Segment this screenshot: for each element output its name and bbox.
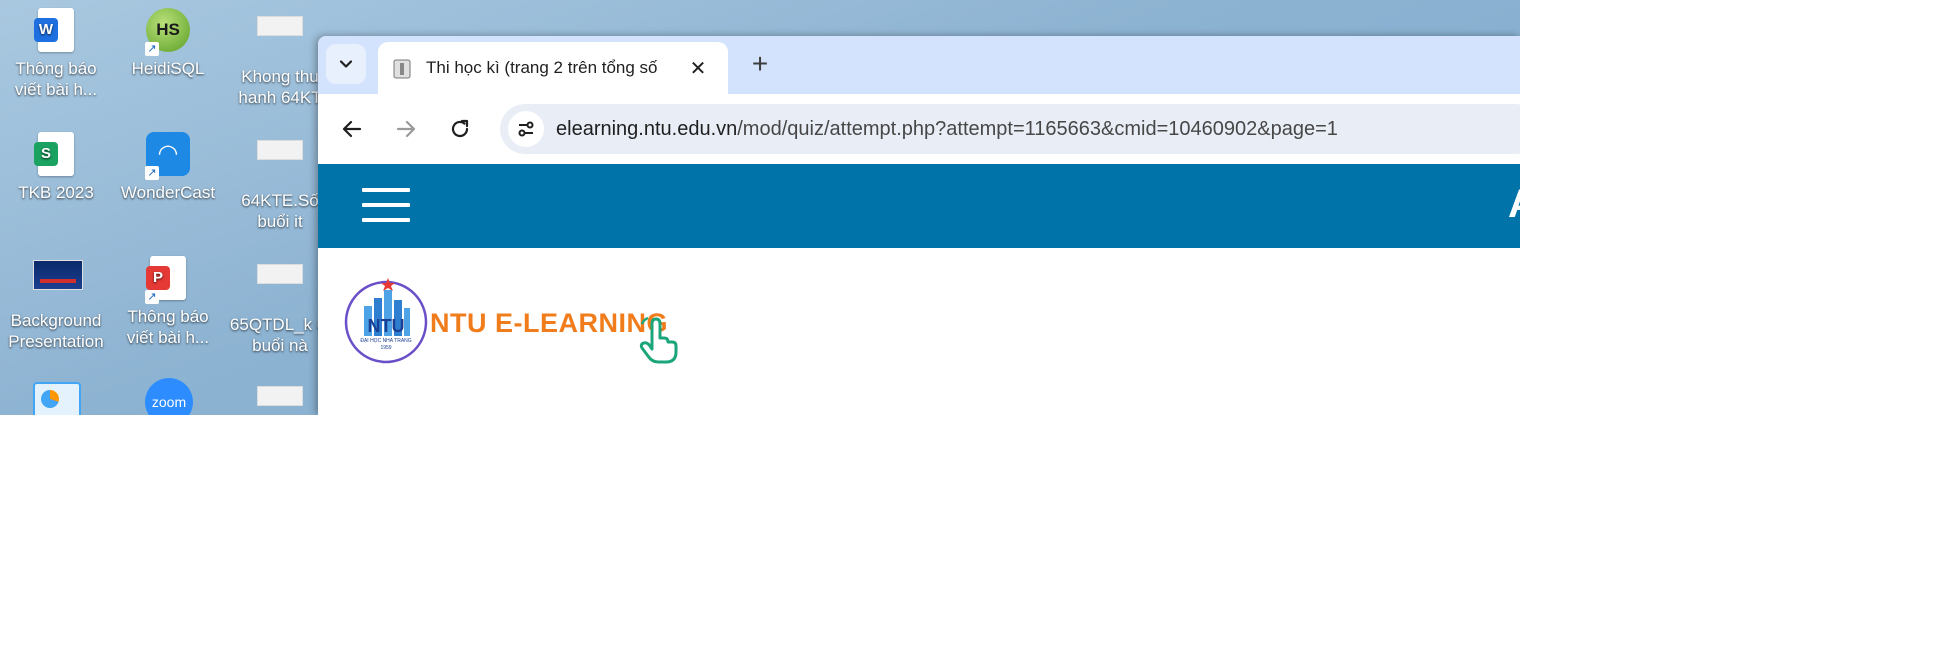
logo-emblem-text: NTU (367, 316, 405, 336)
url-host: elearning.ntu.edu.vn (556, 118, 738, 140)
close-tab-icon[interactable]: ✕ (684, 54, 712, 82)
desktop-icon-thong-bao-2[interactable]: P ↗ Thông báo viết bài h... (112, 250, 224, 348)
file-thumbnail-icon (257, 264, 303, 310)
desktop-icon-label: Thông báo viết bài h... (126, 307, 210, 347)
site-info-button[interactable] (508, 111, 544, 147)
file-thumbnail-icon (257, 140, 303, 186)
desktop-icon-label: WonderCast (120, 183, 216, 202)
navbar-edge-text: A (1508, 182, 1520, 227)
desktop-icon-zoom[interactable]: zoom (112, 372, 224, 415)
screenshot: W Thông báo viết bài h... S TKB 2023 Bac… (0, 0, 1520, 415)
reload-button[interactable] (440, 109, 480, 149)
desktop-icon-chart-app[interactable] (0, 372, 112, 415)
pointer-hand-icon (639, 316, 678, 364)
arrow-left-icon (342, 120, 362, 138)
file-thumbnail-icon (257, 386, 303, 415)
logo-emblem-year: 1959 (380, 345, 392, 351)
logo-wordmark: NTU E-LEARNING (430, 308, 668, 338)
desktop-icon-label: TKB 2023 (18, 183, 94, 202)
desktop-icon-label: Background Presentation (8, 311, 104, 351)
tab-search-button[interactable] (326, 44, 366, 84)
url-path: /mod/quiz/attempt.php?attempt=1165663&cm… (737, 118, 1338, 140)
chart-app-icon (33, 382, 81, 415)
wps-writer-icon: W (33, 8, 79, 54)
tune-icon (518, 121, 534, 137)
arrow-right-icon (396, 120, 416, 138)
address-bar[interactable]: elearning.ntu.edu.vn/mod/quiz/attempt.ph… (500, 104, 1520, 154)
zoom-icon: zoom (145, 378, 193, 415)
desktop-icon-label: HeidiSQL (131, 59, 205, 78)
chevron-down-icon (339, 60, 353, 68)
desktop-icon-wondercast[interactable]: ◠ ↗ WonderCast (112, 126, 224, 203)
reload-icon (451, 119, 469, 138)
file-thumbnail-icon (257, 16, 303, 62)
site-logo[interactable]: NTU ĐẠI HỌC NHA TRANG 1959 NTU E-LEARNIN… (344, 272, 704, 372)
hamburger-menu-icon[interactable] (362, 188, 410, 224)
tab-title: Thi học kì (trang 2 trên tổng số (426, 58, 658, 77)
tab-strip: Thi học kì (trang 2 trên tổng số ✕ + (318, 36, 1520, 94)
desktop-icon-heidisql[interactable]: HS ↗ HeidiSQL (112, 2, 224, 79)
wondercast-icon: ◠ ↗ (145, 132, 191, 180)
shortcut-arrow-icon: ↗ (145, 42, 159, 56)
presentation-thumbnail-icon (33, 260, 83, 306)
forward-button[interactable] (386, 109, 426, 149)
browser-toolbar: elearning.ntu.edu.vn/mod/quiz/attempt.ph… (318, 94, 1520, 164)
new-tab-button[interactable]: + (740, 44, 780, 84)
desktop-icon-tkb-2023[interactable]: S TKB 2023 (0, 126, 112, 203)
url-text: elearning.ntu.edu.vn/mod/quiz/attempt.ph… (556, 118, 1338, 141)
tab-active[interactable]: Thi học kì (trang 2 trên tổng số ✕ (378, 42, 728, 94)
wps-pdf-icon: P ↗ (145, 256, 191, 304)
browser-window: Thi học kì (trang 2 trên tổng số ✕ + ele… (318, 36, 1520, 415)
web-page: A NTU ĐẠI HỌC NHA TRANG 1959 NTU E-LEARN… (318, 164, 1520, 415)
desktop-icon-thong-bao-1[interactable]: W Thông báo viết bài h... (0, 2, 112, 100)
desktop-icon-label: Thông báo viết bài h... (14, 59, 98, 99)
heidisql-icon: HS ↗ (145, 8, 191, 56)
shortcut-arrow-icon: ↗ (145, 290, 159, 304)
logo-emblem-caption: ĐẠI HỌC NHA TRANG (360, 338, 412, 344)
desktop-icon-background-presentation[interactable]: Background Presentation (0, 250, 112, 352)
site-navbar: A (318, 164, 1520, 248)
back-button[interactable] (332, 109, 372, 149)
favicon-icon (393, 59, 411, 79)
shortcut-arrow-icon: ↗ (145, 166, 159, 180)
wps-spreadsheet-icon: S (33, 132, 79, 178)
